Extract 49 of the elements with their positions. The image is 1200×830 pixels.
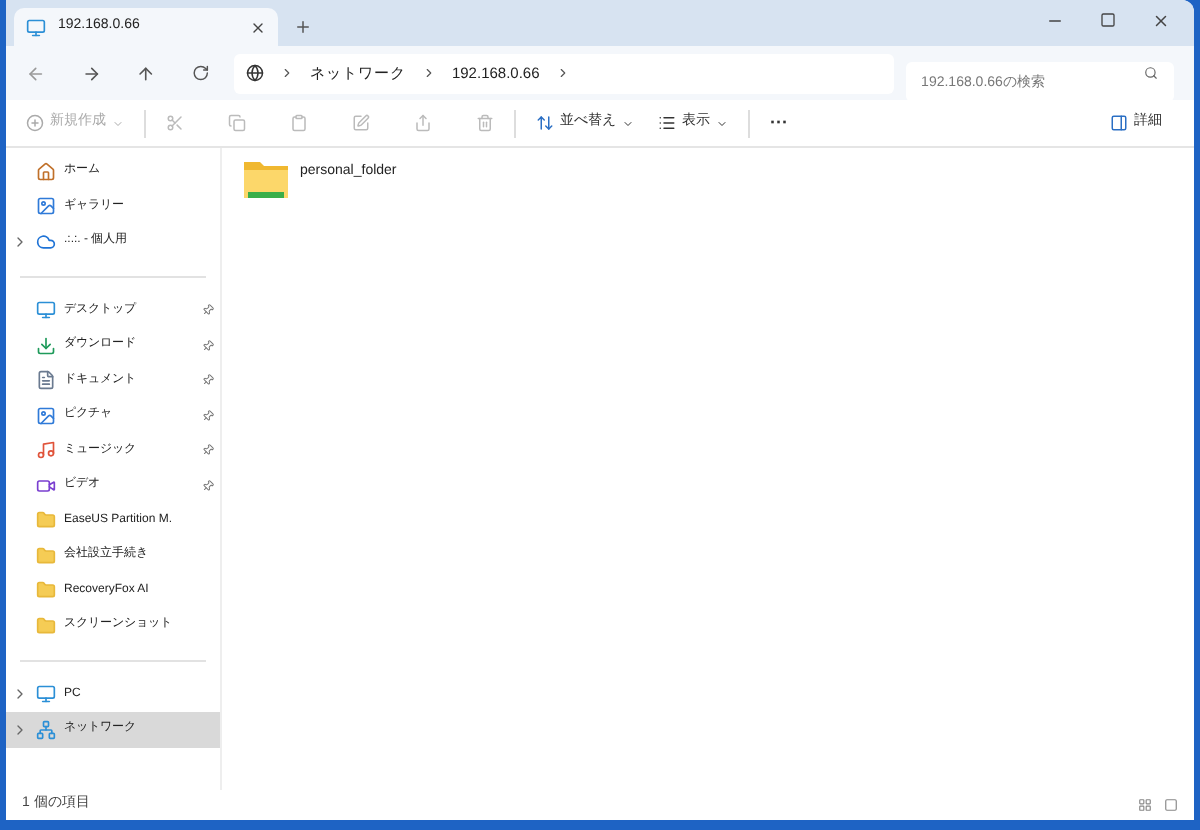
caret-icon	[112, 117, 124, 129]
folder-icon	[242, 158, 290, 202]
document-icon	[36, 370, 56, 391]
forward-icon[interactable]	[81, 63, 101, 83]
folder-icon	[36, 510, 56, 531]
chevron-icon	[279, 66, 294, 80]
new-tab-icon[interactable]	[294, 18, 312, 36]
desktop-icon	[36, 300, 56, 321]
expand-chevron-icon[interactable]	[12, 233, 28, 250]
chevron-icon[interactable]	[555, 66, 570, 80]
caret-icon	[622, 117, 634, 129]
search-icon	[1143, 65, 1158, 79]
chevron-icon	[421, 66, 436, 80]
expand-chevron-icon[interactable]	[12, 721, 28, 738]
download-icon	[36, 335, 56, 356]
pin-icon	[199, 337, 217, 354]
video-icon	[36, 475, 56, 496]
home-icon	[36, 161, 56, 182]
globe-icon	[245, 64, 264, 82]
pin-icon	[199, 477, 217, 494]
close-icon[interactable]	[1152, 12, 1170, 30]
plus-icon	[26, 114, 44, 132]
up-icon[interactable]	[136, 63, 157, 83]
gallery-icon	[36, 196, 56, 217]
pin-icon	[199, 302, 217, 319]
pin-icon	[199, 372, 217, 389]
tiles-view-icon[interactable]	[1164, 798, 1178, 812]
folder-icon	[36, 615, 56, 636]
panel-icon	[1110, 114, 1128, 132]
music-icon	[36, 440, 56, 461]
caret-icon	[716, 117, 728, 129]
pin-icon	[199, 442, 217, 459]
close-tab-icon[interactable]	[250, 19, 266, 35]
network-icon	[36, 719, 56, 740]
folder-icon	[36, 580, 56, 601]
maximize-icon[interactable]	[1100, 12, 1116, 28]
monitor-icon	[26, 17, 46, 37]
gallery-icon	[36, 405, 56, 426]
desktop-icon	[36, 684, 56, 705]
folder-icon	[36, 545, 56, 566]
details-view-icon[interactable]	[1138, 798, 1152, 812]
sort-icon	[536, 114, 554, 132]
cloud-icon	[36, 231, 56, 252]
back-icon[interactable]	[26, 63, 46, 83]
more-button[interactable]: ···	[770, 109, 788, 137]
refresh-icon[interactable]	[192, 64, 210, 82]
pin-icon	[199, 407, 217, 424]
expand-chevron-icon[interactable]	[12, 686, 28, 703]
list-icon	[658, 114, 676, 132]
